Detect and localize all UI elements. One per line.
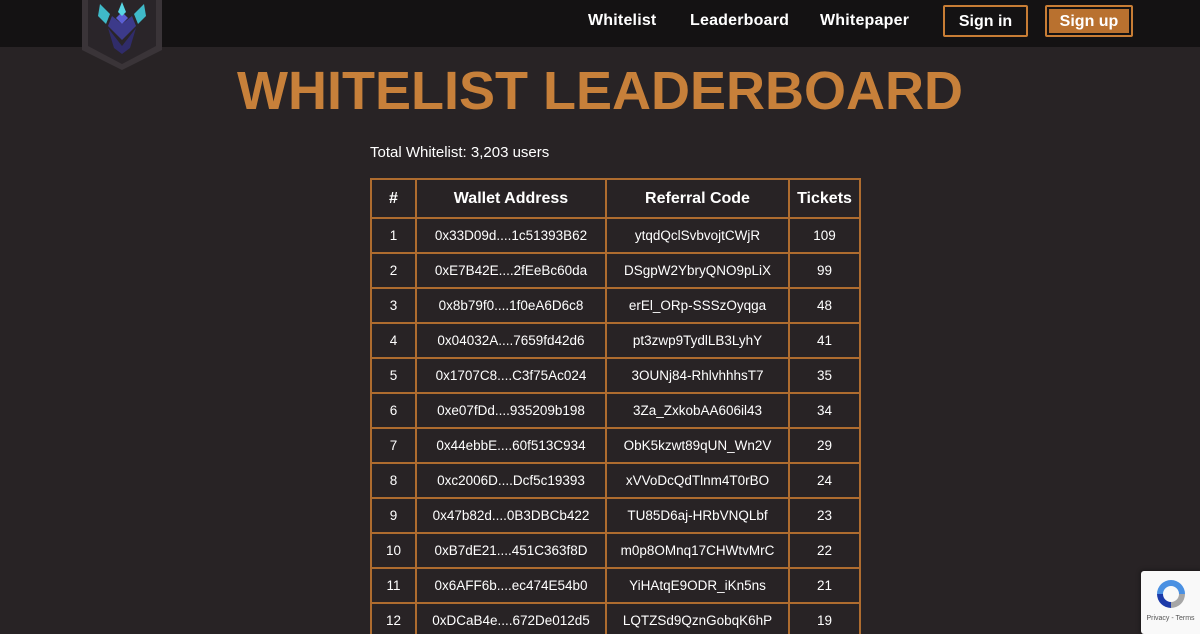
cell-tickets: 34 [788,392,861,429]
leaderboard-body: 1 0x33D09d....1c51393B62 ytqdQclSvbvojtCWj… [370,217,861,634]
cell-wallet-address: 0xE7B42E....2fEeBc60da [415,252,607,289]
cell-referral-code: ytqdQclSvbvojtCWjR [605,217,790,254]
cell-referral-code: TU85D6aj-HRbVNQLbf [605,497,790,534]
table-row: 4 0x04032A....7659fd42d6 pt3zwp9TydlLB3Lyh… [370,322,861,359]
cell-wallet-address: 0xc2006D....Dcf5c19393 [415,462,607,499]
table-header-row: # Wallet Address Referral Code Tickets [370,178,861,219]
cell-rank: 7 [370,427,417,464]
sign-up-button[interactable]: Sign up [1045,5,1133,37]
cell-referral-code: ObK5kzwt89qUN_Wn2V [605,427,790,464]
cell-rank: 9 [370,497,417,534]
table-row: 3 0x8b79f0....1f0eA6D6c8 erEl_ORp-SSSzOyqg… [370,287,861,324]
table-row: 5 0x1707C8....C3f75Ac024 3OUNj84-RhlvhhhsT… [370,357,861,394]
recaptcha-privacy-terms[interactable]: Privacy - Terms [1141,614,1200,624]
table-row: 10 0xB7dE21....451C363f8D m0p8OMnq17CHWtvM… [370,532,861,569]
leaderboard-table: # Wallet Address Referral Code Tickets 1… [370,178,861,634]
nav-link-leaderboard[interactable]: Leaderboard [690,9,789,33]
table-row: 9 0x47b82d....0B3DBCb422 TU85D6aj-HRbVNQLb… [370,497,861,534]
cell-tickets: 29 [788,427,861,464]
cell-wallet-address: 0xDCaB4e....672De012d5 [415,602,607,634]
cell-tickets: 22 [788,532,861,569]
cell-rank: 11 [370,567,417,604]
cell-referral-code: pt3zwp9TydlLB3LyhY [605,322,790,359]
cell-rank: 2 [370,252,417,289]
column-header-rank: # [370,178,417,219]
cell-wallet-address: 0x8b79f0....1f0eA6D6c8 [415,287,607,324]
cell-wallet-address: 0xB7dE21....451C363f8D [415,532,607,569]
cell-tickets: 109 [788,217,861,254]
cell-wallet-address: 0xe07fDd....935209b198 [415,392,607,429]
cell-tickets: 35 [788,357,861,394]
column-header-wallet-address: Wallet Address [415,178,607,219]
cell-referral-code: YiHAtqE9ODR_iKn5ns [605,567,790,604]
cell-rank: 6 [370,392,417,429]
cell-referral-code: 3Za_ZxkobAA606il43 [605,392,790,429]
logo[interactable] [78,0,166,72]
column-header-tickets: Tickets [788,178,861,219]
cell-referral-code: xVVoDcQdTlnm4T0rBO [605,462,790,499]
table-row: 2 0xE7B42E....2fEeBc60da DSgpW2YbryQNO9pLi… [370,252,861,289]
nav-link-whitepaper[interactable]: Whitepaper [820,9,909,33]
table-row: 7 0x44ebbE....60f513C934 ObK5kzwt89qUN_Wn2… [370,427,861,464]
cell-tickets: 21 [788,567,861,604]
cell-wallet-address: 0x1707C8....C3f75Ac024 [415,357,607,394]
column-header-referral-code: Referral Code [605,178,790,219]
cell-tickets: 19 [788,602,861,634]
cell-rank: 1 [370,217,417,254]
table-row: 1 0x33D09d....1c51393B62 ytqdQclSvbvojtCWj… [370,217,861,254]
cell-rank: 4 [370,322,417,359]
page: Whitelist Leaderboard Whitepaper Sign in… [0,0,1200,634]
top-navbar: Whitelist Leaderboard Whitepaper Sign in… [0,0,1200,47]
table-row: 11 0x6AFF6b....ec474E54b0 YiHAtqE9ODR_iKn5… [370,567,861,604]
cell-tickets: 41 [788,322,861,359]
total-whitelist-label: Total Whitelist: [370,144,467,161]
table-row: 12 0xDCaB4e....672De012d5 LQTZSd9QznGobqK6… [370,602,861,634]
cell-wallet-address: 0x6AFF6b....ec474E54b0 [415,567,607,604]
sign-in-button[interactable]: Sign in [943,5,1028,37]
cell-rank: 12 [370,602,417,634]
cell-tickets: 99 [788,252,861,289]
cell-rank: 3 [370,287,417,324]
cell-wallet-address: 0x44ebbE....60f513C934 [415,427,607,464]
cell-rank: 5 [370,357,417,394]
cell-referral-code: LQTZSd9QznGobqK6hP [605,602,790,634]
total-whitelist-value: 3,203 users [470,144,550,161]
cell-wallet-address: 0x33D09d....1c51393B62 [415,217,607,254]
table-row: 8 0xc2006D....Dcf5c19393 xVVoDcQdTlnm4T0rB… [370,462,861,499]
cell-referral-code: erEl_ORp-SSSzOyqga [605,287,790,324]
cell-rank: 8 [370,462,417,499]
recaptcha-badge[interactable]: Privacy - Terms [1141,571,1200,634]
cell-referral-code: 3OUNj84-RhlvhhhsT7 [605,357,790,394]
cell-tickets: 24 [788,462,861,499]
cell-wallet-address: 0x04032A....7659fd42d6 [415,322,607,359]
total-whitelist: Total Whitelist: 3,203 users [370,143,549,163]
cell-referral-code: DSgpW2YbryQNO9pLiX [605,252,790,289]
cell-rank: 10 [370,532,417,569]
nav-link-whitelist[interactable]: Whitelist [588,9,656,33]
winged-emblem-logo-icon [82,0,162,70]
recaptcha-icon [1157,580,1185,608]
page-title: WHITELIST LEADERBOARD [237,61,963,121]
cell-wallet-address: 0x47b82d....0B3DBCb422 [415,497,607,534]
table-row: 6 0xe07fDd....935209b198 3Za_ZxkobAA606il4… [370,392,861,429]
cell-tickets: 23 [788,497,861,534]
cell-referral-code: m0p8OMnq17CHWtvMrC [605,532,790,569]
cell-tickets: 48 [788,287,861,324]
